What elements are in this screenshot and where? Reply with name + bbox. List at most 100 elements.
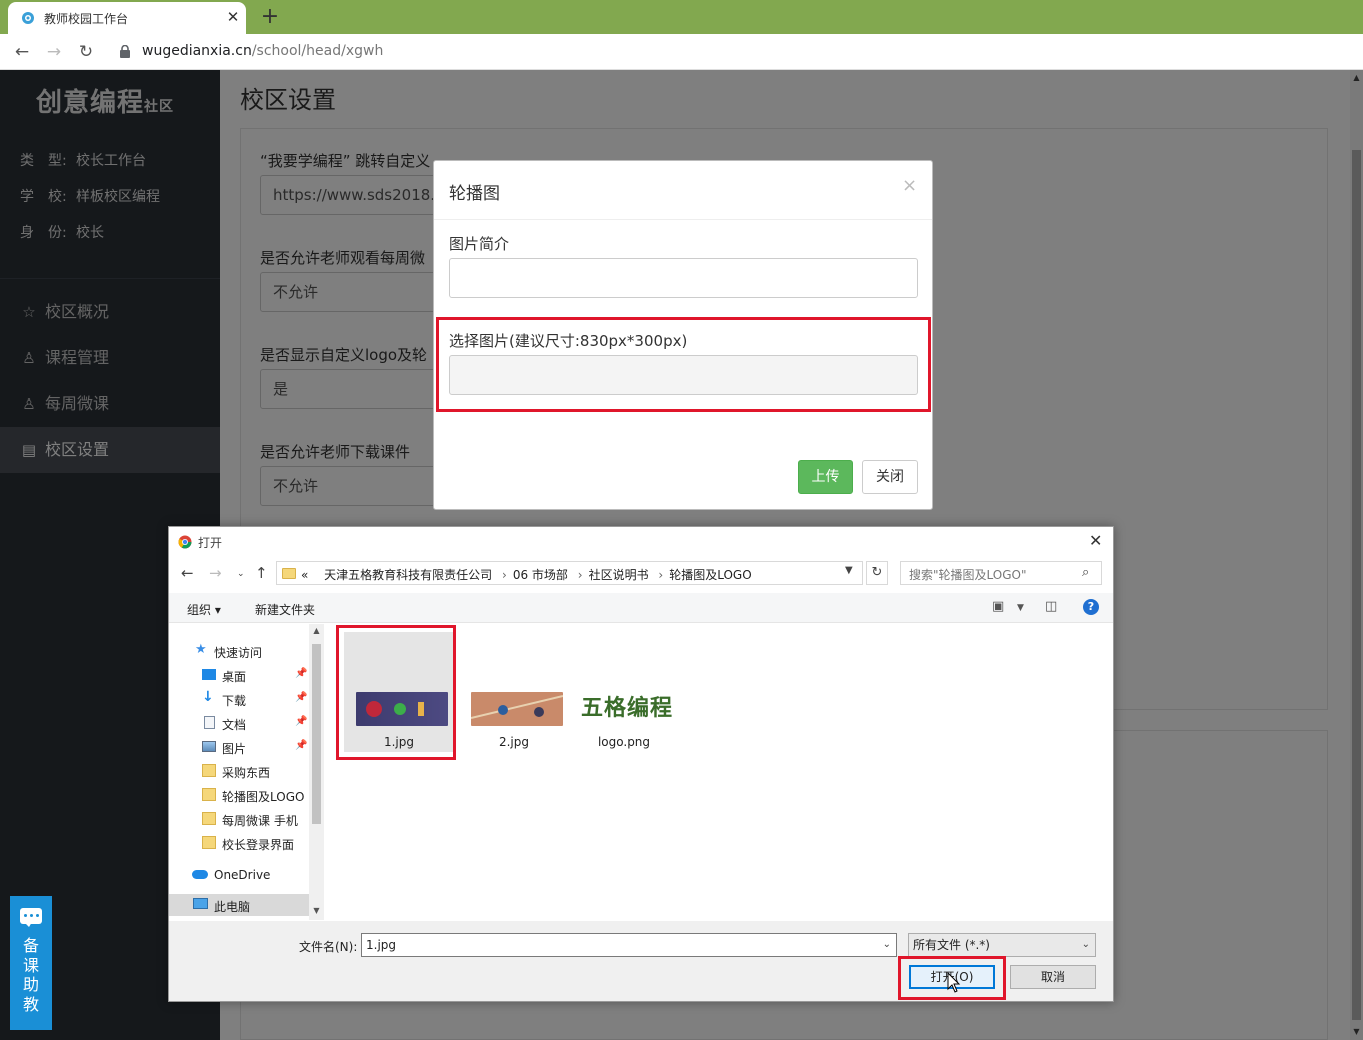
url-path: /school/head/xgwh: [251, 43, 384, 59]
document-icon: [204, 716, 215, 729]
helper-label-char: 助: [22, 975, 39, 994]
helper-label-char: 教: [22, 994, 39, 1014]
filename-input[interactable]: 1.jpg ⌄: [361, 933, 897, 957]
recent-dropdown-icon[interactable]: ⌄: [237, 569, 245, 579]
dialog-close-icon[interactable]: ✕: [1089, 531, 1102, 550]
address-bar[interactable]: wugedianxia.cn/school/head/xgwh: [142, 43, 383, 59]
scrollbar-thumb[interactable]: [312, 644, 321, 824]
modal-divider: [434, 219, 932, 220]
help-icon[interactable]: ?: [1083, 599, 1099, 615]
lesson-helper-button[interactable]: 备课助教: [10, 896, 52, 1030]
url-host: wugedianxia.cn: [142, 43, 252, 59]
browser-toolbar: ← → ↻ wugedianxia.cn/school/head/xgwh: [0, 34, 1363, 70]
navigation-pane: ★ 快速访问 桌面 📌 ↓ 下载 📌 文档 📌 图片 📌 采购东西 轮播图及LO…: [169, 624, 325, 920]
tree-item-label: 图片: [222, 742, 247, 756]
tree-item-label: 此电脑: [214, 900, 251, 914]
download-icon: ↓: [202, 689, 214, 705]
highlight-box: [336, 625, 456, 760]
file-name: 2.jpg: [498, 735, 530, 749]
image-file-label: 选择图片(建议尺寸:830px*300px): [449, 332, 688, 350]
chevron-down-icon[interactable]: ▼: [1017, 603, 1024, 613]
carousel-modal: 轮播图 × 图片简介 选择图片(建议尺寸:830px*300px) 上传 关闭: [433, 160, 933, 510]
cancel-button[interactable]: 取消: [1010, 965, 1096, 989]
forward-icon[interactable]: →: [41, 39, 67, 65]
tab-title: 教师校园工作台: [44, 12, 129, 26]
tree-item-label: 轮播图及LOGO: [222, 790, 305, 804]
search-placeholder: 搜索"轮播图及LOGO": [909, 568, 1027, 582]
dialog-titlebar: 打开 ✕: [169, 527, 1113, 557]
breadcrumb-item[interactable]: 轮播图及LOGO: [669, 568, 751, 582]
tree-item-label: 桌面: [222, 670, 247, 684]
search-input[interactable]: 搜索"轮播图及LOGO" ⌕: [900, 561, 1102, 585]
lock-icon: [120, 45, 130, 58]
upload-button[interactable]: 上传: [798, 460, 853, 494]
pin-icon: 📌: [295, 692, 308, 703]
scroll-up-icon[interactable]: ▲: [1350, 72, 1363, 84]
tree-item-folder[interactable]: 每周微课 手机: [169, 808, 309, 830]
tree-item-onedrive[interactable]: OneDrive: [169, 864, 309, 886]
view-options-icon[interactable]: ▣: [992, 599, 1004, 614]
close-button[interactable]: 关闭: [862, 460, 918, 494]
scroll-up-icon[interactable]: ▲: [309, 626, 324, 635]
new-folder-button[interactable]: 新建文件夹: [255, 601, 315, 618]
up-icon[interactable]: ↑: [255, 564, 268, 582]
folder-icon: [202, 836, 216, 849]
preview-pane-icon[interactable]: ◫: [1045, 599, 1057, 614]
filename-label: 文件名(N):: [299, 940, 358, 954]
image-file-input[interactable]: [449, 355, 918, 395]
file-item[interactable]: 五格编程 logo.png: [569, 632, 679, 752]
dialog-footer: 文件名(N): 1.jpg ⌄ 所有文件 (*.*) ⌄ 打开(O) 取消: [169, 921, 1113, 1001]
site-favicon-icon: [22, 12, 34, 24]
tree-item-documents[interactable]: 文档 📌: [169, 712, 309, 734]
command-bar: 组织 ▾ 新建文件夹 ▣ ▼ ◫ ?: [169, 593, 1113, 623]
tree-item-folder[interactable]: 轮播图及LOGO: [169, 784, 309, 806]
tree-item-label: 快速访问: [214, 646, 263, 660]
scrollbar-thumb[interactable]: [1352, 150, 1361, 1020]
breadcrumb-item[interactable]: 天津五格教育科技有限责任公司: [324, 568, 492, 582]
browser-tab-strip: 教师校园工作台 ✕ +: [0, 0, 1363, 34]
filetype-select[interactable]: 所有文件 (*.*) ⌄: [908, 933, 1096, 957]
pin-icon: 📌: [295, 716, 308, 727]
forward-icon[interactable]: →: [209, 564, 222, 582]
browser-tab[interactable]: 教师校园工作台 ✕: [8, 2, 246, 34]
address-breadcrumb[interactable]: « 天津五格教育科技有限责任公司 › 06 市场部 › 社区说明书 › 轮播图及LOG…: [276, 561, 863, 585]
chevron-down-icon[interactable]: ⌄: [883, 934, 891, 956]
image-thumbnail: [470, 692, 564, 726]
new-tab-icon[interactable]: +: [258, 3, 282, 31]
tree-item-label: 采购东西: [222, 766, 271, 780]
folder-icon: [202, 764, 216, 777]
file-item[interactable]: 2.jpg: [459, 632, 569, 752]
breadcrumb-item[interactable]: 06 市场部: [513, 568, 568, 582]
chevron-down-icon[interactable]: ▼: [845, 565, 853, 576]
tree-item-folder[interactable]: 采购东西: [169, 760, 309, 782]
scroll-down-icon[interactable]: ▼: [309, 906, 324, 915]
pin-icon: 📌: [295, 668, 308, 679]
tree-item-downloads[interactable]: ↓ 下载 📌: [169, 688, 309, 710]
reload-icon[interactable]: ↻: [73, 39, 99, 65]
back-icon[interactable]: ←: [9, 39, 35, 65]
cloud-icon: [192, 870, 208, 879]
tree-item-this-pc[interactable]: 此电脑: [169, 894, 309, 916]
logo-thumbnail: 五格编程: [581, 692, 673, 726]
image-desc-input[interactable]: [449, 258, 918, 298]
back-icon[interactable]: ←: [181, 564, 194, 582]
tab-close-icon[interactable]: ✕: [224, 7, 242, 27]
breadcrumb-item[interactable]: 社区说明书: [589, 568, 649, 582]
modal-close-icon[interactable]: ×: [902, 175, 917, 196]
breadcrumb-prefix[interactable]: «: [301, 568, 308, 582]
tree-item-pictures[interactable]: 图片 📌: [169, 736, 309, 758]
refresh-icon[interactable]: ↻: [866, 561, 888, 585]
picture-icon: [202, 741, 216, 752]
tree-item-label: OneDrive: [214, 868, 271, 882]
star-icon: ★: [195, 642, 207, 657]
organize-button[interactable]: 组织 ▾: [187, 601, 221, 618]
tree-item-desktop[interactable]: 桌面 📌: [169, 664, 309, 686]
page-scrollbar[interactable]: ▲ ▼: [1350, 70, 1363, 1040]
helper-label: 备课助教: [10, 936, 52, 1014]
tree-item-quick-access[interactable]: ★ 快速访问: [169, 640, 309, 662]
tree-scrollbar[interactable]: ▲ ▼: [309, 624, 324, 920]
scroll-down-icon[interactable]: ▼: [1350, 1026, 1363, 1038]
file-open-dialog: 打开 ✕ ← → ⌄ ↑ « 天津五格教育科技有限责任公司 › 06 市场部 › 社…: [168, 526, 1114, 1002]
chat-icon: [20, 908, 42, 927]
tree-item-folder[interactable]: 校长登录界面: [169, 832, 309, 854]
